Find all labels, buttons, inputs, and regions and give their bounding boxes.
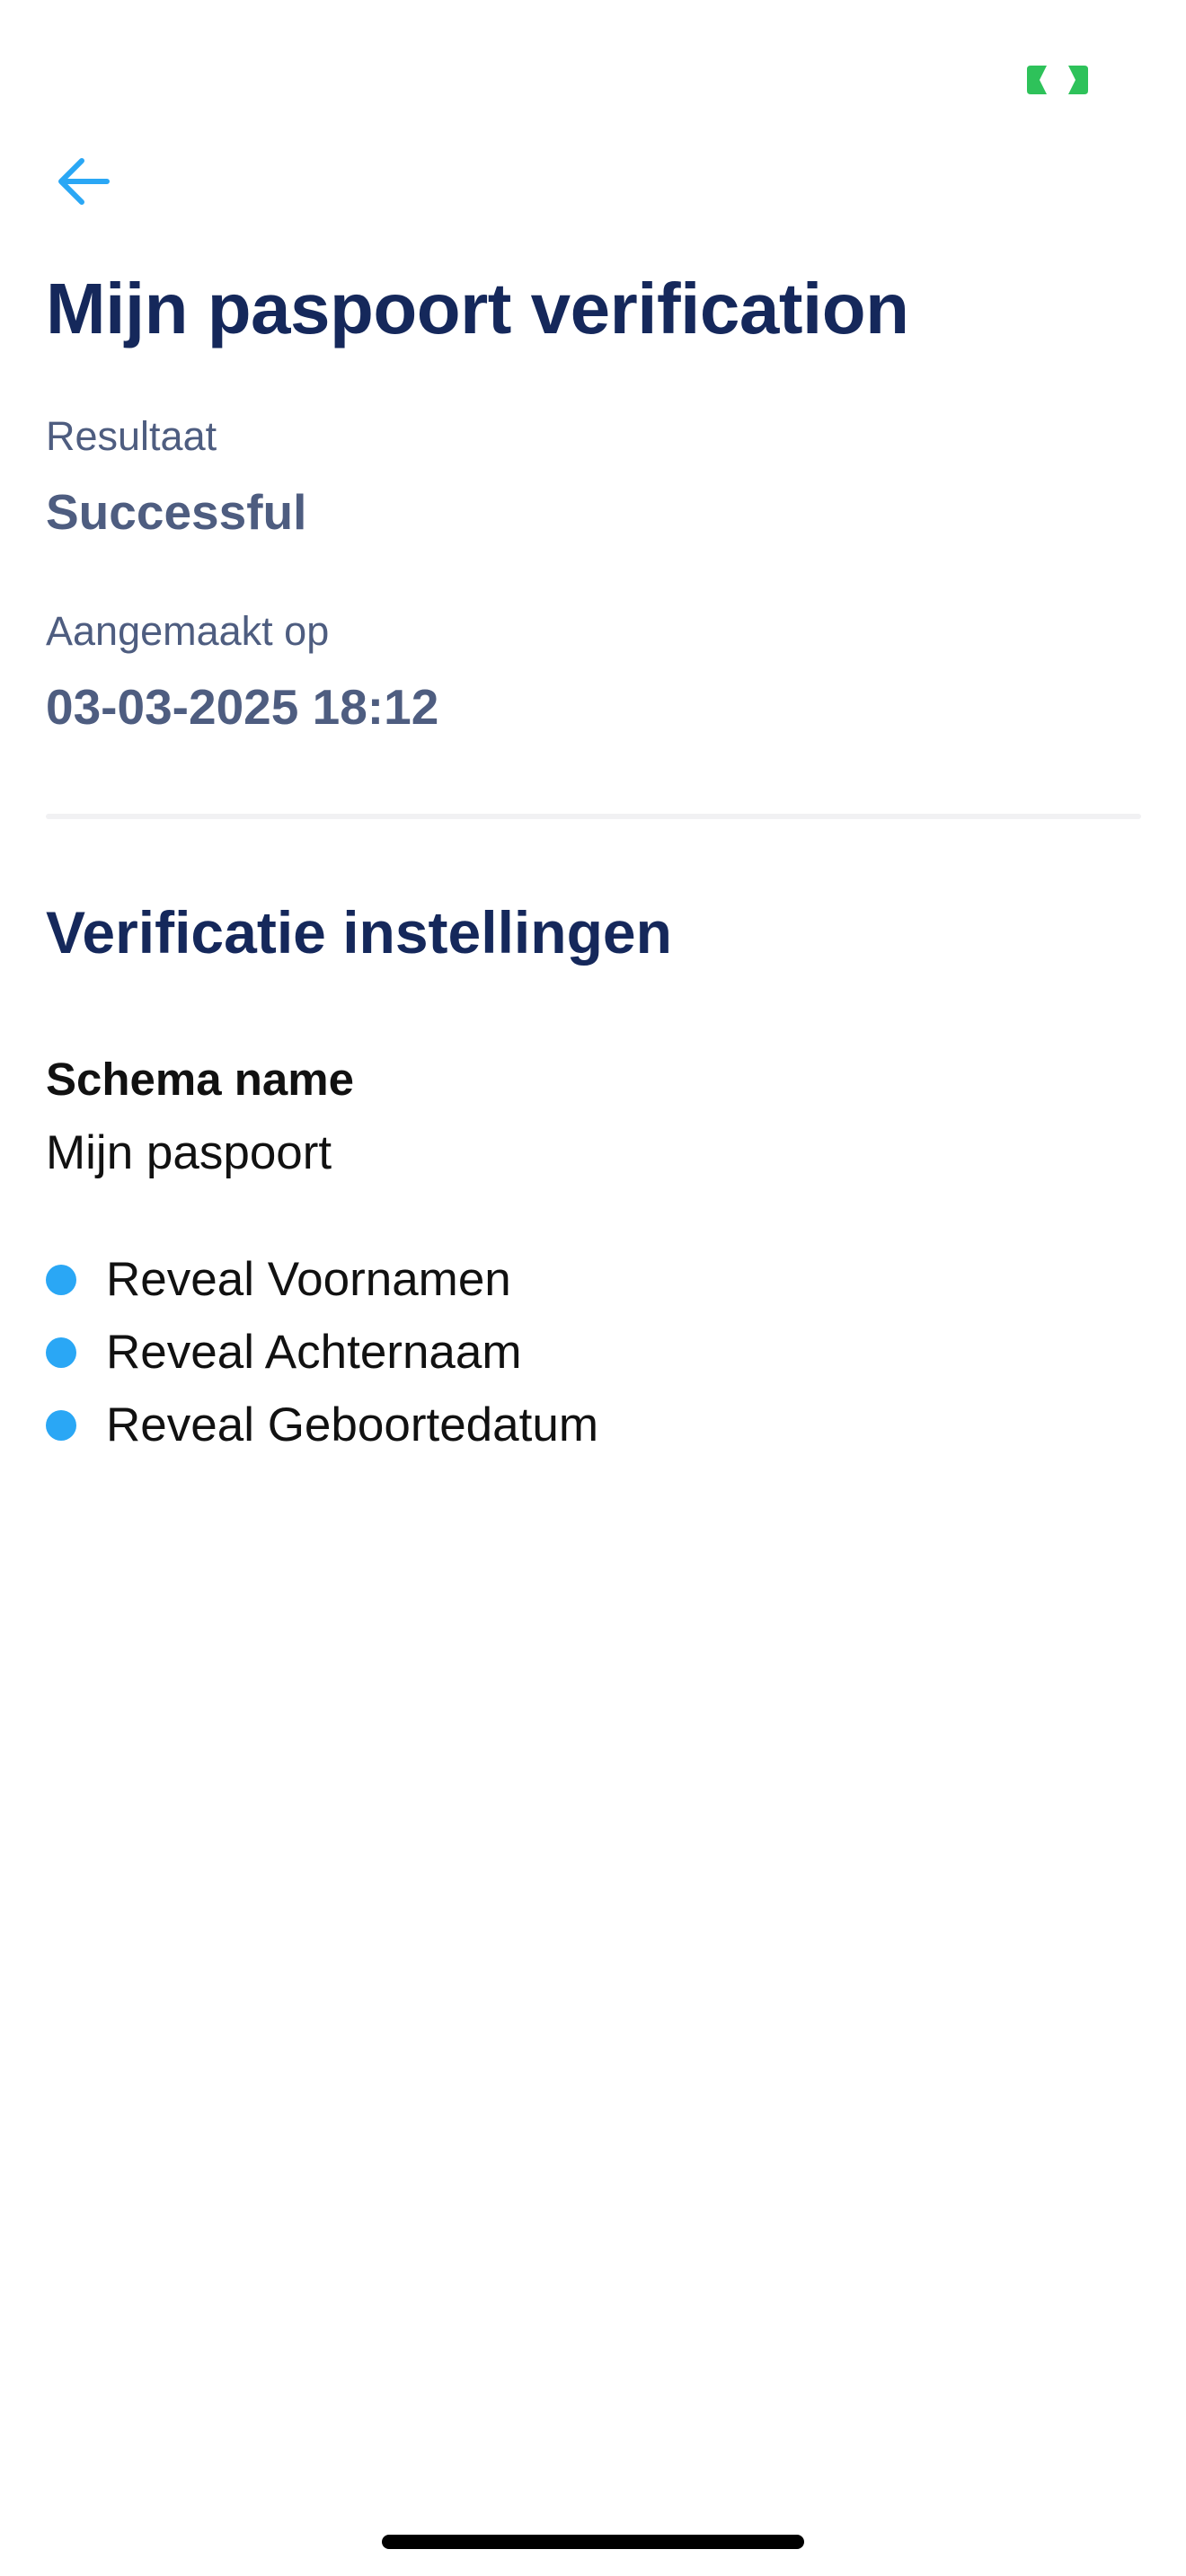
created-value: 03-03-2025 18:12 (46, 679, 439, 735)
schema-name-value: Mijn paspoort (46, 1126, 332, 1179)
back-button[interactable] (50, 148, 117, 215)
section-title: Verificatie instellingen (46, 899, 672, 966)
list-item: Reveal Voornamen (46, 1243, 598, 1316)
reveal-list: Reveal Voornamen Reveal Achternaam Revea… (46, 1243, 598, 1461)
arrow-left-icon (58, 158, 110, 205)
camera-indicator (1027, 66, 1088, 94)
reveal-label: Reveal Achternaam (106, 1325, 522, 1379)
home-indicator[interactable] (382, 2535, 804, 2549)
schema-name-label: Schema name (46, 1054, 355, 1105)
reveal-label: Reveal Voornamen (106, 1252, 511, 1306)
result-value: Successful (46, 484, 307, 540)
bullet-icon (46, 1337, 76, 1368)
created-label: Aangemaakt op (46, 608, 330, 654)
result-label: Resultaat (46, 413, 217, 459)
reveal-label: Reveal Geboortedatum (106, 1398, 598, 1451)
section-divider (46, 814, 1141, 819)
bullet-icon (46, 1409, 76, 1441)
bullet-icon (46, 1264, 76, 1295)
list-item: Reveal Geboortedatum (46, 1389, 598, 1461)
camera-indicator-left-icon (1027, 66, 1047, 94)
camera-indicator-right-icon (1068, 66, 1088, 94)
list-item: Reveal Achternaam (46, 1316, 598, 1389)
page-title: Mijn paspoort verification (46, 269, 909, 348)
